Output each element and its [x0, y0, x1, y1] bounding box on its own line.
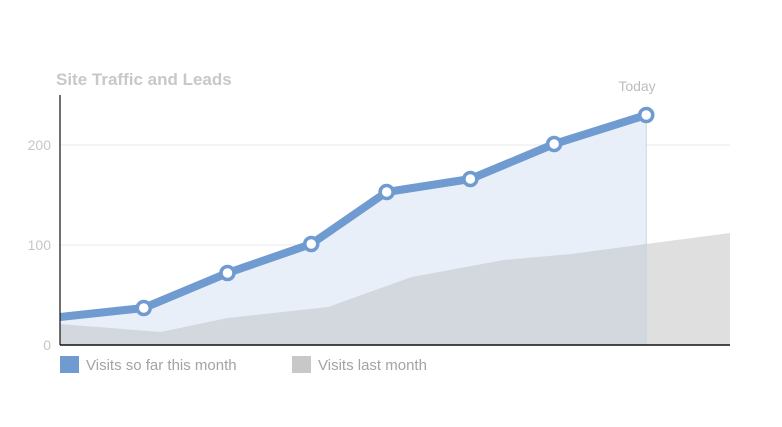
legend: Visits so far this month Visits last mon…: [60, 356, 427, 374]
area-layer: [60, 115, 730, 345]
data-point-marker-6: [545, 135, 563, 153]
y-tick-label-100: 100: [28, 237, 52, 253]
y-tick-label-0: 0: [43, 337, 51, 353]
site-traffic-chart: 0 100 200 Site Traffic and Leads Today Vis…: [0, 0, 782, 427]
data-point-marker-2: [219, 264, 236, 282]
data-point-marker-7: [638, 106, 655, 124]
legend-label-last-month: Visits last month: [318, 357, 427, 374]
y-tick-label-200: 200: [28, 137, 52, 153]
legend-swatch-current: [60, 356, 79, 373]
legend-label-current: Visits so far this month: [86, 357, 237, 374]
data-point-marker-3: [303, 235, 320, 253]
last-month-area-future: [646, 233, 730, 345]
today-annotation: Today: [618, 78, 655, 94]
data-point-marker-1: [135, 299, 152, 317]
data-point-marker-4: [378, 183, 395, 201]
chart-title: Site Traffic and Leads: [56, 70, 232, 89]
legend-swatch-last-month: [292, 356, 311, 373]
data-point-marker-5: [462, 170, 479, 188]
chart-svg: 0 100 200 Site Traffic and Leads Today Vis…: [28, 70, 730, 374]
